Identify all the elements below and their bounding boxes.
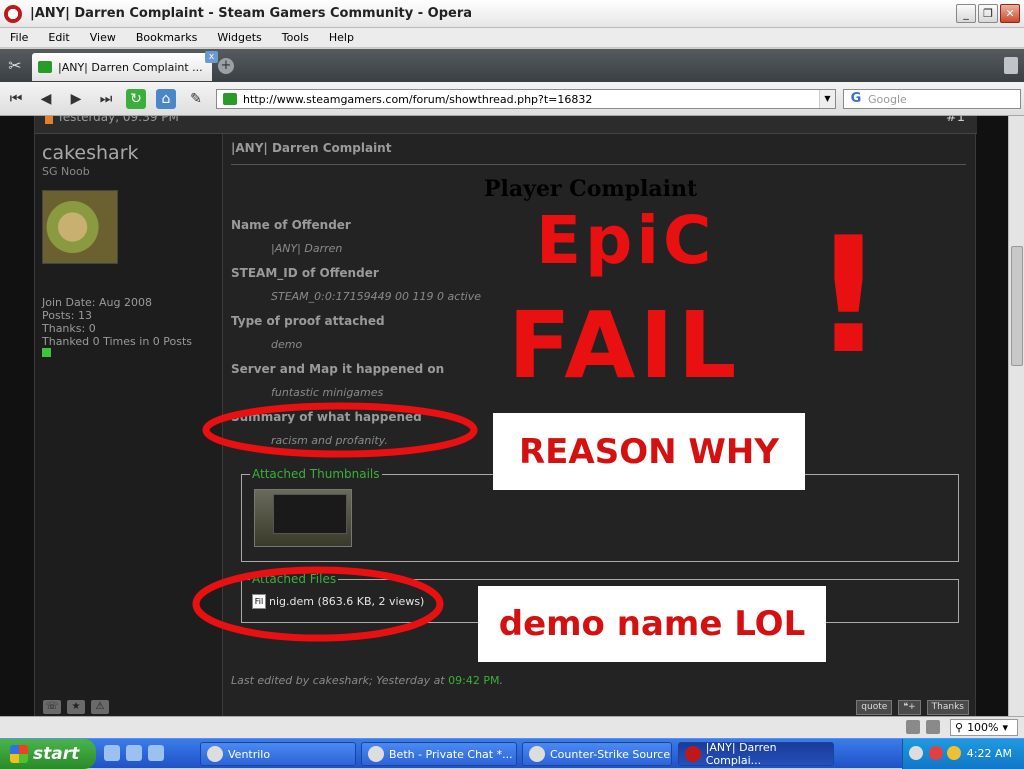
tray-key-icon[interactable] (947, 746, 961, 760)
menu-edit[interactable]: Edit (38, 31, 79, 44)
ventrilo-icon (207, 746, 223, 762)
vertical-scrollbar[interactable] (1008, 116, 1024, 716)
address-bar[interactable]: http://www.steamgamers.com/forum/showthr… (216, 89, 836, 109)
menu-bookmarks[interactable]: Bookmarks (126, 31, 207, 44)
tab-active[interactable]: |ANY| Darren Complaint ... x (32, 51, 218, 81)
site-favicon-icon (223, 93, 237, 105)
tools-icon[interactable]: ✂ (4, 55, 26, 77)
task-ventrilo[interactable]: Ventrilo (200, 742, 356, 766)
steamgamers-favicon-icon (38, 61, 52, 73)
task-label: |ANY| Darren Complai... (705, 741, 777, 767)
address-url: http://www.steamgamers.com/forum/showthr… (243, 92, 593, 106)
tray-security-icon[interactable] (929, 746, 943, 760)
tab-label: |ANY| Darren Complaint ... (58, 60, 203, 74)
tab-close-icon[interactable]: x (205, 51, 218, 63)
counter-strike-icon (529, 746, 545, 762)
demo-name-note: demo name LOL (478, 586, 826, 662)
task-opera[interactable]: |ANY| Darren Complai... (678, 741, 834, 767)
quicklaunch-ie-icon[interactable] (104, 745, 120, 761)
edit-pen-icon[interactable]: ✎ (186, 89, 206, 109)
back-icon[interactable]: ◀ (36, 89, 56, 109)
window-titlebar: |ANY| Darren Complaint - Steam Gamers Co… (0, 0, 1024, 28)
window-controls: _ ❐ ✕ (956, 4, 1020, 23)
connection-icon[interactable] (906, 720, 920, 734)
start-label: start (33, 744, 80, 764)
start-button[interactable]: start (0, 739, 96, 769)
zoom-search-icon: ⚲ (955, 721, 964, 734)
opera-task-icon (685, 746, 701, 762)
exclamation-scribble: ! (812, 202, 889, 389)
window-title: |ANY| Darren Complaint - Steam Gamers Co… (30, 6, 473, 21)
tray-arrow-icon[interactable] (909, 746, 923, 760)
menu-tools[interactable]: Tools (272, 31, 319, 44)
quick-launch (104, 745, 164, 761)
search-field[interactable]: G Google (843, 89, 1021, 109)
new-tab-icon[interactable]: + (218, 58, 234, 74)
trash-icon[interactable] (1004, 57, 1018, 74)
task-label: Beth - Private Chat *... (389, 747, 513, 761)
search-placeholder: Google (868, 92, 907, 106)
restore-button[interactable]: ❐ (978, 4, 998, 23)
summary-circle (202, 402, 478, 458)
google-icon[interactable]: G (848, 91, 864, 107)
quicklaunch-media-icon[interactable] (148, 745, 164, 761)
forward-icon[interactable]: ▶ (66, 89, 86, 109)
chat-icon (368, 746, 384, 762)
windows-flag-icon (10, 745, 28, 763)
page-viewport: Yesterday, 09:39 PM #1 cakeshark SG Noob… (0, 116, 1008, 716)
zoom-dropdown-icon: ▾ (1002, 721, 1009, 734)
epic-scribble: EpiC (536, 202, 716, 279)
zoom-level: 100% (967, 721, 999, 734)
task-private-chat[interactable]: Beth - Private Chat *... (361, 742, 517, 766)
task-label: Ventrilo (228, 747, 271, 761)
tab-bar: ✂ |ANY| Darren Complaint ... x + (0, 49, 1024, 82)
scrollbar-thumb[interactable] (1011, 246, 1023, 366)
reason-why-note: REASON WHY (493, 413, 805, 490)
status-bar: ⚲ 100% ▾ (0, 716, 1024, 738)
quicklaunch-messenger-icon[interactable] (126, 745, 142, 761)
camera-icon[interactable] (926, 720, 940, 734)
close-button[interactable]: ✕ (1000, 4, 1020, 23)
menu-bar: File Edit View Bookmarks Widgets Tools H… (0, 28, 1024, 48)
menu-help[interactable]: Help (319, 31, 364, 44)
minimize-button[interactable]: _ (956, 4, 976, 23)
menu-view[interactable]: View (80, 31, 126, 44)
reload-icon[interactable]: ↻ (126, 89, 146, 109)
task-counter-strike[interactable]: Counter-Strike Source (522, 742, 672, 766)
address-dropdown-icon[interactable]: ▼ (819, 90, 835, 108)
windows-taskbar: start Ventrilo Beth - Private Chat *... … (0, 738, 1024, 769)
home-icon[interactable]: ⌂ (156, 89, 176, 109)
menu-widgets[interactable]: Widgets (207, 31, 271, 44)
opera-logo-icon[interactable] (4, 4, 22, 23)
navigation-toolbar: ⏮ ◀ ▶ ⏭ ↻ ⌂ ✎ http://www.steamgamers.com… (0, 82, 1024, 116)
task-label: Counter-Strike Source (550, 747, 671, 761)
clock: 4:22 AM (966, 747, 1012, 760)
rewind-icon[interactable]: ⏮ (6, 89, 26, 109)
fail-scribble: FAIL (508, 292, 741, 399)
attached-file-circle (192, 566, 444, 642)
zoom-control[interactable]: ⚲ 100% ▾ (950, 719, 1018, 736)
system-tray: 4:22 AM (902, 739, 1024, 769)
menu-file[interactable]: File (0, 31, 38, 44)
fast-forward-icon[interactable]: ⏭ (96, 89, 116, 109)
